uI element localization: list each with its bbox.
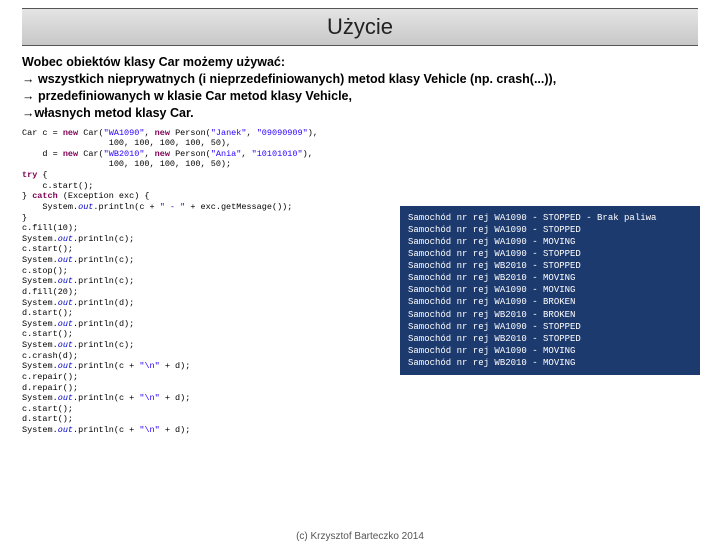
description-block: Wobec obiektów klasy Car możemy używać: … — [22, 54, 698, 122]
desc-line: Wobec obiektów klasy Car możemy używać: — [22, 54, 698, 71]
console-line: Samochód nr rej WA1090 - MOVING — [408, 236, 692, 248]
console-line: Samochód nr rej WA1090 - BROKEN — [408, 296, 692, 308]
code-area: Car c = new Car("WA1090", new Person("Ja… — [22, 128, 698, 436]
console-output: Samochód nr rej WA1090 - STOPPED - Brak … — [400, 206, 700, 376]
console-line: Samochód nr rej WB2010 - BROKEN — [408, 309, 692, 321]
console-line: Samochód nr rej WB2010 - MOVING — [408, 357, 692, 369]
desc-line: →własnych metod klasy Car. — [22, 105, 698, 122]
console-line: Samochód nr rej WA1090 - MOVING — [408, 284, 692, 296]
console-line: Samochód nr rej WA1090 - MOVING — [408, 345, 692, 357]
title-bar: Użycie — [22, 8, 698, 46]
console-line: Samochód nr rej WA1090 - STOPPED - Brak … — [408, 212, 692, 224]
desc-line: → wszystkich nieprywatnych (i nieprzedef… — [22, 71, 698, 88]
desc-line: → przedefiniowanych w klasie Car metod k… — [22, 88, 698, 105]
console-line: Samochód nr rej WB2010 - MOVING — [408, 272, 692, 284]
console-line: Samochód nr rej WB2010 - STOPPED — [408, 260, 692, 272]
console-line: Samochód nr rej WB2010 - STOPPED — [408, 333, 692, 345]
console-line: Samochód nr rej WA1090 - STOPPED — [408, 248, 692, 260]
console-line: Samochód nr rej WA1090 - STOPPED — [408, 224, 692, 236]
console-line: Samochód nr rej WA1090 - STOPPED — [408, 321, 692, 333]
page-title: Użycie — [327, 14, 393, 40]
footer-copyright: (c) Krzysztof Barteczko 2014 — [0, 531, 720, 542]
